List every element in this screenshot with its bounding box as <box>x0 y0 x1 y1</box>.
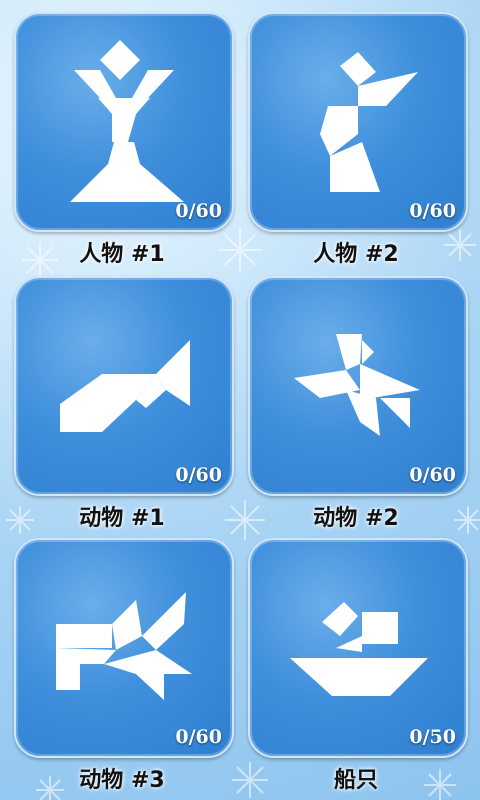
puzzle-label: 人物 #1 <box>79 242 165 267</box>
puzzle-tile-animal-2[interactable]: 0/60 <box>248 276 468 496</box>
progress-count: 0/60 <box>175 464 222 486</box>
puzzle-label: 船只 <box>333 768 378 793</box>
animal-3-silhouette-icon <box>56 592 192 700</box>
puzzle-tile-figure-1[interactable]: 0/60 <box>14 12 234 232</box>
figure-2-silhouette-icon <box>320 52 418 192</box>
puzzle-tile-figure-2[interactable]: 0/60 <box>248 12 468 232</box>
animal-2-silhouette-icon <box>294 334 420 436</box>
progress-count: 0/60 <box>409 464 456 486</box>
progress-count: 0/60 <box>175 726 222 748</box>
boat-silhouette-icon <box>290 602 428 696</box>
progress-count: 0/60 <box>175 200 222 222</box>
progress-count: 0/50 <box>409 726 456 748</box>
figure-1-silhouette-icon <box>70 40 184 202</box>
puzzle-label: 动物 #1 <box>79 506 165 531</box>
puzzle-tile-boat[interactable]: 0/50 <box>248 538 468 758</box>
puzzle-label: 人物 #2 <box>313 242 399 267</box>
puzzle-tile-animal-3[interactable]: 0/60 <box>14 538 234 758</box>
progress-count: 0/60 <box>409 200 456 222</box>
puzzle-label: 动物 #3 <box>79 768 165 793</box>
puzzle-label: 动物 #2 <box>313 506 399 531</box>
animal-1-silhouette-icon <box>60 340 190 432</box>
puzzle-tile-animal-1[interactable]: 0/60 <box>14 276 234 496</box>
